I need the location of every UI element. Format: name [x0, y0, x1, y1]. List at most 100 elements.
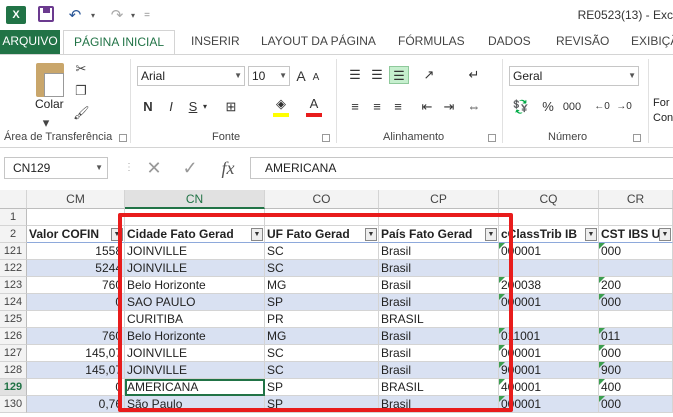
redo-dropdown-icon[interactable]: ▾ [128, 6, 138, 24]
tab-pagina-inicial[interactable]: PÁGINA INICIAL [63, 30, 175, 55]
grid-cell[interactable] [599, 209, 673, 226]
column-header-cp[interactable]: CP [379, 190, 499, 209]
data-cell[interactable]: Brasil [379, 243, 499, 260]
orientation-icon[interactable]: ↗ [418, 66, 440, 84]
enter-icon[interactable]: ✓ [178, 157, 202, 179]
data-cell[interactable]: 200 [599, 277, 673, 294]
filter-dropdown-icon[interactable]: ▼ [485, 228, 497, 241]
row-header[interactable]: 129 [0, 379, 27, 396]
tab-dados[interactable]: DADOS [488, 30, 531, 54]
comma-style-button[interactable]: 000 [560, 98, 584, 116]
grid-cell[interactable] [499, 209, 599, 226]
name-box[interactable]: CN129 ▼ [4, 157, 108, 179]
grow-font-button[interactable]: A [294, 67, 308, 85]
data-cell[interactable]: 0,76 [27, 396, 125, 413]
row-header[interactable]: 126 [0, 328, 27, 345]
format-painter-icon[interactable]: 🖌 [73, 105, 90, 121]
data-cell[interactable]: JOINVILLE [125, 243, 265, 260]
data-cell[interactable]: 760 [27, 328, 125, 345]
tab-arquivo[interactable]: ARQUIVO [0, 30, 60, 54]
shrink-font-button[interactable]: A [310, 69, 322, 87]
data-cell[interactable]: 0 [27, 379, 125, 396]
grid-cell[interactable] [265, 209, 379, 226]
data-cell[interactable]: JOINVILLE [125, 260, 265, 277]
data-cell[interactable]: 400001 [499, 379, 599, 396]
wrap-text-icon[interactable]: ↵ [464, 66, 484, 84]
data-cell[interactable] [599, 260, 673, 277]
tab-revisao[interactable]: REVISÃO [556, 30, 609, 54]
tab-exibicao[interactable]: EXIBIÇÃ [631, 30, 673, 54]
row-header[interactable]: 130 [0, 396, 27, 413]
font-color-icon[interactable]: A [305, 95, 323, 113]
data-cell[interactable]: 145,07 [27, 345, 125, 362]
data-cell[interactable]: 000001 [499, 396, 599, 413]
insert-function-icon[interactable]: fx [216, 157, 240, 179]
data-cell[interactable]: 1558 [27, 243, 125, 260]
data-cell[interactable]: 000 [599, 345, 673, 362]
row-header[interactable]: 1 [0, 209, 27, 226]
data-cell[interactable]: Brasil [379, 396, 499, 413]
font-size-combo[interactable]: 10 ▼ [248, 66, 290, 86]
data-cell[interactable]: Brasil [379, 277, 499, 294]
grid-cell[interactable] [379, 209, 499, 226]
decrease-indent-icon[interactable]: ⇤ [418, 98, 436, 116]
fill-color-icon[interactable]: ◈ [272, 95, 290, 113]
bold-button[interactable]: N [141, 98, 155, 116]
grid-cell[interactable] [125, 209, 265, 226]
paste-dropdown-icon[interactable]: ▾ [38, 115, 54, 131]
customize-quick-access-icon[interactable]: = [142, 6, 152, 24]
data-cell[interactable]: 000001 [499, 243, 599, 260]
row-header[interactable]: 124 [0, 294, 27, 311]
data-cell[interactable]: CURITIBA [125, 311, 265, 328]
conditional-format-label-2[interactable]: Con [653, 112, 673, 124]
align-right-icon[interactable]: ≡ [389, 98, 407, 116]
align-bottom-icon[interactable]: ☰ [389, 66, 409, 84]
data-cell[interactable]: BRASIL [379, 311, 499, 328]
data-cell[interactable]: SC [265, 345, 379, 362]
currency-format-icon[interactable]: 💱 [510, 98, 532, 116]
save-icon[interactable] [38, 6, 54, 22]
data-cell[interactable]: 5244 [27, 260, 125, 277]
font-name-combo[interactable]: Arial ▼ [137, 66, 245, 86]
data-cell[interactable]: 011 [599, 328, 673, 345]
data-cell[interactable]: 000 [599, 294, 673, 311]
formula-input[interactable]: AMERICANA [250, 157, 673, 179]
filter-dropdown-icon[interactable]: ▼ [111, 228, 123, 241]
select-all-corner[interactable] [0, 190, 27, 209]
data-cell[interactable]: AMERICANA [125, 379, 265, 396]
data-cell[interactable]: MG [265, 328, 379, 345]
alignment-launcher-icon[interactable] [488, 134, 496, 142]
data-cell[interactable]: Belo Horizonte [125, 277, 265, 294]
filter-dropdown-icon[interactable]: ▼ [585, 228, 597, 241]
filter-dropdown-icon[interactable]: ▼ [251, 228, 263, 241]
data-cell[interactable]: SAO PAULO [125, 294, 265, 311]
data-cell[interactable]: JOINVILLE [125, 362, 265, 379]
data-cell[interactable]: 000001 [499, 294, 599, 311]
column-header-co[interactable]: CO [265, 190, 379, 209]
data-cell[interactable]: PR [265, 311, 379, 328]
data-cell[interactable]: SP [265, 294, 379, 311]
data-cell[interactable]: SP [265, 379, 379, 396]
row-header[interactable]: 123 [0, 277, 27, 294]
row-header[interactable]: 121 [0, 243, 27, 260]
column-title-cell[interactable]: Valor COFIN ▼ [27, 226, 125, 243]
data-cell[interactable]: 900 [599, 362, 673, 379]
align-center-icon[interactable]: ≡ [368, 98, 386, 116]
data-cell[interactable]: Brasil [379, 294, 499, 311]
row-header[interactable]: 127 [0, 345, 27, 362]
data-cell[interactable] [499, 311, 599, 328]
drag-handle-icon[interactable]: ⋮ [124, 162, 134, 174]
data-cell[interactable]: 000001 [499, 345, 599, 362]
data-cell[interactable]: São Paulo [125, 396, 265, 413]
merge-center-icon[interactable]: ⇔ [464, 98, 484, 116]
data-cell[interactable]: Brasil [379, 345, 499, 362]
tab-inserir[interactable]: INSERIR [191, 30, 240, 54]
data-cell[interactable] [27, 311, 125, 328]
borders-icon[interactable]: ⊞ [222, 98, 240, 116]
increase-decimal-icon[interactable]: ←0 [592, 98, 612, 116]
align-top-icon[interactable]: ☰ [346, 66, 364, 84]
data-cell[interactable]: Brasil [379, 260, 499, 277]
data-cell[interactable]: 145,07 [27, 362, 125, 379]
data-cell[interactable]: Brasil [379, 362, 499, 379]
conditional-format-label[interactable]: For [653, 97, 670, 109]
